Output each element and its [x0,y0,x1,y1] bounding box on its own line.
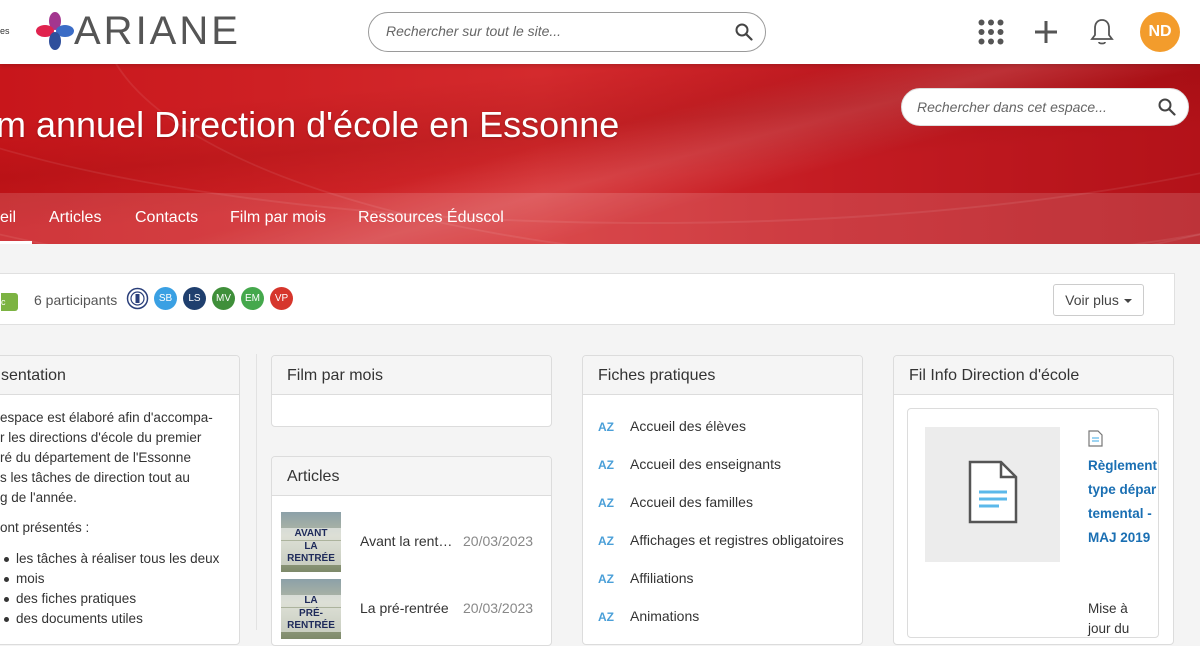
text-line: ont présentés : [0,520,90,535]
az-icon: AZ [598,496,614,510]
text-line: r les directions d'école du premier [0,430,202,445]
article-title[interactable]: La pré-rentrée [360,600,449,616]
tab-articles[interactable]: Articles [49,209,101,227]
site-search-input[interactable] [386,23,726,39]
voir-plus-button[interactable]: Voir plus [1053,284,1144,316]
member-avatar[interactable]: LS [183,287,206,310]
articles-panel: Articles AVANT LA RENTRÉE Avant la rent…… [271,456,552,646]
document-icon [968,460,1018,524]
az-icon: AZ [598,572,614,586]
list-item-cont: mois [0,569,235,589]
user-avatar[interactable]: ND [1140,12,1180,52]
space-banner: m annuel Direction d'école en Essonne ei… [0,64,1200,244]
text-line: ré du département de l'Essonne [0,450,191,465]
bell-icon[interactable] [1089,17,1115,47]
tab-ressources-eduscol[interactable]: Ressources Éduscol [358,209,504,227]
document-thumbnail[interactable] [925,427,1060,562]
film-par-mois-panel: Film par mois [271,355,552,427]
member-avatar[interactable]: VP [270,287,293,310]
thumb-label: AVANT [281,528,341,540]
thumb-label: PRÉ-RENTRÉE [281,608,341,632]
space-search-box[interactable] [901,88,1189,126]
fiche-item[interactable]: AZ Affichages et registres obligatoires [598,532,844,548]
text-line: espace est élaboré afin d'accompa- [0,410,213,425]
panel-title: Fiches pratiques [583,356,862,395]
article-thumbnail[interactable]: LA PRÉ-RENTRÉE [281,579,341,639]
list-item: des documents utiles [0,609,235,629]
panel-title: Film par mois [272,356,551,395]
panel-title: Fil Info Direction d'école [894,356,1173,395]
fiche-item[interactable]: AZ Accueil des élèves [598,418,746,434]
members-bar: lic 6 participants SB LS MV EM VP Voir p… [0,273,1175,325]
caret-down-icon [1123,299,1132,304]
space-title: m annuel Direction d'école en Essonne [0,104,620,145]
tab-accueil[interactable]: eil [0,209,16,227]
article-item[interactable]: LA PRÉ-RENTRÉE La pré-rentrée 20/03/2023 [281,579,551,639]
panel-title: sentation [0,356,239,395]
column-divider [256,354,257,630]
list-item: des fiches pratiques [0,589,235,609]
thumb-label: LA [281,595,341,607]
site-search-box[interactable] [368,12,766,52]
thumb-label: LA RENTRÉE [281,541,341,565]
institution-logo-icon[interactable] [126,287,149,310]
space-nav: eil Articles Contacts Film par mois Ress… [0,193,1200,244]
space-search-input[interactable] [917,99,1157,115]
participants-count[interactable]: 6 participants [34,292,117,308]
article-thumbnail[interactable]: AVANT LA RENTRÉE [281,512,341,572]
search-icon[interactable] [735,23,753,41]
tab-film-par-mois[interactable]: Film par mois [230,209,326,227]
file-icon [1088,430,1103,447]
active-tab-indicator [0,241,32,244]
az-icon: AZ [598,610,614,624]
article-title[interactable]: Avant la rent… [360,533,452,549]
list-item-continuation: mois [16,571,45,586]
fiche-label[interactable]: Accueil des enseignants [630,456,781,472]
fiche-item[interactable]: AZ Animations [598,608,699,624]
member-avatar[interactable]: MV [212,287,235,310]
az-icon: AZ [598,534,614,548]
ariane-logo-icon[interactable] [34,10,76,52]
panel-title: Articles [272,457,551,496]
document-description: Mise à jour du [1088,601,1130,636]
fiche-label[interactable]: Accueil des familles [630,494,753,510]
fiche-item[interactable]: AZ Accueil des enseignants [598,456,781,472]
fiche-item[interactable]: AZ Accueil des familles [598,494,753,510]
presentation-text: espace est élaboré afin d'accompa- r les… [0,408,230,538]
info-document-card[interactable]: Règlement type départemental - MAJ 2019 … [907,408,1159,638]
fiche-label[interactable]: Accueil des élèves [630,418,746,434]
fiche-item[interactable]: AZ Affiliations [598,570,694,586]
apps-grid-icon[interactable] [978,19,1004,45]
tab-contacts[interactable]: Contacts [135,209,198,227]
text-line: s les tâches de direction tout au [0,470,190,485]
article-date: 20/03/2023 [463,533,534,549]
search-icon[interactable] [1158,98,1176,116]
top-bar: es ARIANE ND [0,0,1200,64]
brand-fragment: es [0,26,10,36]
public-badge: lic [1,293,18,311]
fiche-label[interactable]: Affiliations [630,570,694,586]
plus-icon[interactable] [1033,18,1059,46]
member-avatar[interactable]: SB [154,287,177,310]
az-icon: AZ [598,458,614,472]
text-line: g de l'année. [0,490,77,505]
voir-plus-label: Voir plus [1065,292,1119,308]
fiches-pratiques-panel: Fiches pratiques AZ Accueil des élèves AZ… [582,355,863,645]
list-item: les tâches à réaliser tous les deux [0,549,235,569]
fiche-label[interactable]: Affichages et registres obligatoires [630,532,844,548]
document-title-link[interactable]: Règlement type départemental - MAJ 2019 [1088,454,1158,550]
presentation-list: les tâches à réaliser tous les deux mois… [0,549,235,629]
article-date: 20/03/2023 [463,600,534,616]
az-icon: AZ [598,420,614,434]
fiche-label[interactable]: Animations [630,608,699,624]
logo-text[interactable]: ARIANE [74,9,241,54]
member-avatar[interactable]: EM [241,287,264,310]
article-item[interactable]: AVANT LA RENTRÉE Avant la rent… 20/03/20… [281,512,551,572]
